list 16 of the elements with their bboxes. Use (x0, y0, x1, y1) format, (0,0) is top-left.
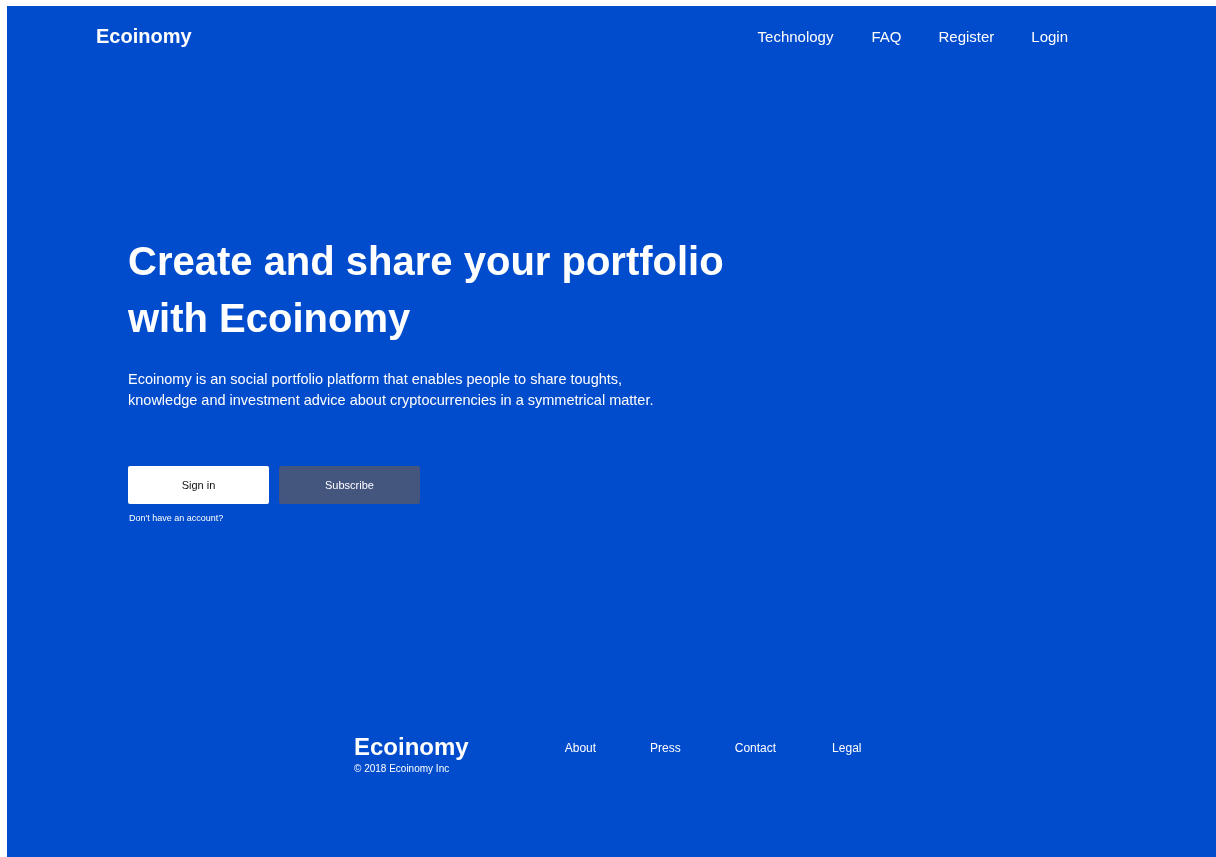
account-link[interactable]: Don't have an account? (129, 513, 224, 523)
nav-link[interactable]: Technology (757, 27, 834, 45)
hero-description: Ecoinomy is an social portfolio platform that enables people to share toughts, knowledge and investment advice about cryptocurrencies in a symmetrical matter. (128, 370, 655, 410)
nav-link[interactable]: Login (1031, 27, 1069, 45)
footer-logo[interactable]: Ecoinomy (354, 733, 469, 761)
copyright-text: © 2018 Ecoinomy Inc (354, 763, 451, 774)
site-logo[interactable]: Ecoinomy (96, 24, 192, 48)
nav-link[interactable]: FAQ (871, 27, 902, 45)
subscribe-button[interactable]: Subscribe (279, 466, 420, 504)
sign-in-button[interactable]: Sign in (128, 466, 269, 504)
footer-link[interactable]: Contact (734, 741, 777, 755)
footer-link[interactable]: Legal (832, 741, 862, 755)
hero-title: Create and share your portfolio with Ecoinomy (128, 238, 725, 342)
nav-link[interactable]: Register (938, 27, 995, 45)
footer-link[interactable]: About (564, 741, 597, 755)
footer-link[interactable]: Press (650, 741, 681, 755)
